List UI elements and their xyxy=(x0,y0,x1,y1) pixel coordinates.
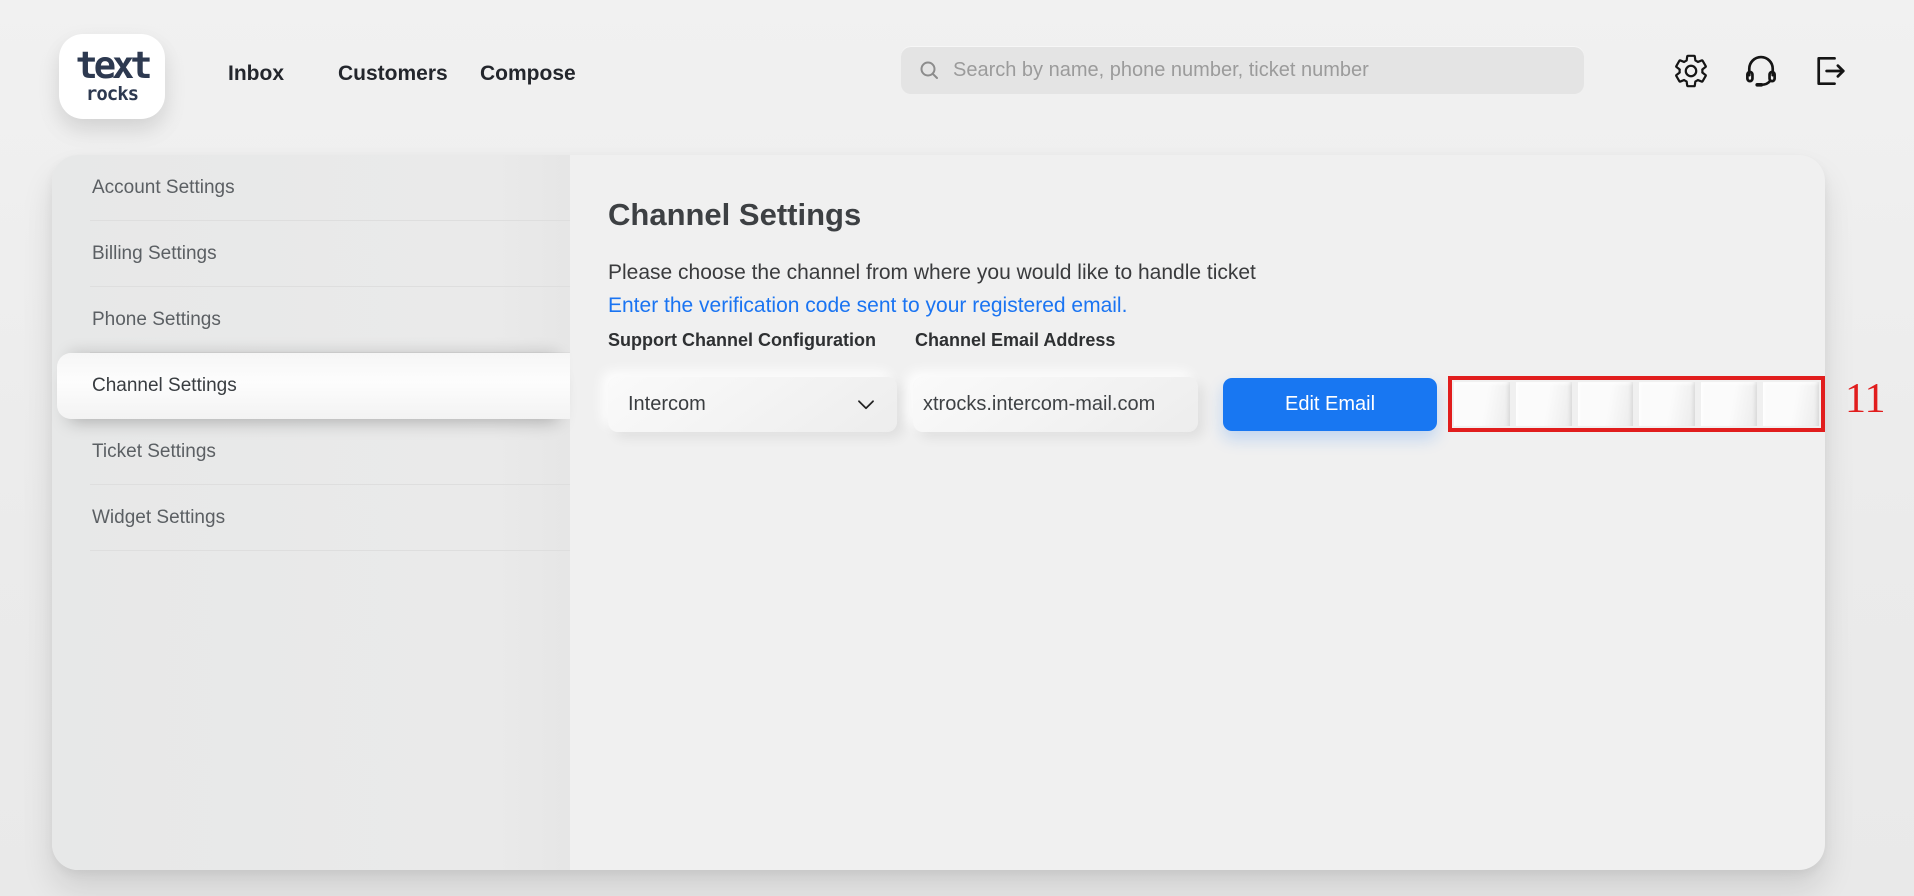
code-input-box-1[interactable] xyxy=(1454,382,1510,426)
logout-button[interactable] xyxy=(1810,52,1848,90)
gear-icon xyxy=(1672,52,1710,90)
support-channel-select[interactable]: Intercom xyxy=(608,377,897,432)
nav-item-inbox[interactable]: Inbox xyxy=(228,62,284,86)
verification-code-group xyxy=(1448,376,1825,432)
sidebar-item-label: Phone Settings xyxy=(92,309,221,331)
channel-email-input[interactable] xyxy=(913,377,1198,432)
sidebar-item-channel-settings[interactable]: Channel Settings xyxy=(57,353,570,419)
channel-email-label: Channel Email Address xyxy=(915,330,1115,351)
global-search-bar xyxy=(901,46,1584,94)
code-input-box-4[interactable] xyxy=(1639,382,1695,426)
sidebar-item-account-settings[interactable]: Account Settings xyxy=(52,155,570,221)
channel-settings-content: Channel Settings Please choose the chann… xyxy=(570,155,1825,870)
support-button[interactable] xyxy=(1742,52,1780,90)
code-input-box-6[interactable] xyxy=(1763,382,1819,426)
app-logo-subtext: rocks xyxy=(86,85,138,104)
nav-item-customers[interactable]: Customers xyxy=(338,62,448,86)
settings-sidebar: Account Settings Billing Settings Phone … xyxy=(52,155,570,870)
sidebar-item-label: Channel Settings xyxy=(92,375,237,397)
sidebar-item-label: Widget Settings xyxy=(92,507,225,529)
app-logo[interactable]: text rocks xyxy=(59,34,165,119)
search-icon xyxy=(917,58,941,82)
page-title: Channel Settings xyxy=(608,197,861,233)
verification-code-link[interactable]: Enter the verification code sent to your… xyxy=(608,294,1127,318)
sidebar-item-ticket-settings[interactable]: Ticket Settings xyxy=(52,419,570,485)
logout-icon xyxy=(1810,52,1848,90)
sidebar-item-label: Account Settings xyxy=(92,177,235,199)
headset-icon xyxy=(1742,52,1780,90)
search-input[interactable] xyxy=(953,59,1568,82)
annotation-label: 11 xyxy=(1845,376,1885,422)
sidebar-item-label: Billing Settings xyxy=(92,243,217,265)
page-subtitle: Please choose the channel from where you… xyxy=(608,261,1256,285)
sidebar-item-widget-settings[interactable]: Widget Settings xyxy=(52,485,570,551)
code-input-box-5[interactable] xyxy=(1701,382,1757,426)
support-channel-label: Support Channel Configuration xyxy=(608,330,876,351)
app-logo-text: text xyxy=(75,49,148,82)
code-input-box-2[interactable] xyxy=(1516,382,1572,426)
settings-button[interactable] xyxy=(1672,52,1710,90)
sidebar-item-phone-settings[interactable]: Phone Settings xyxy=(52,287,570,353)
code-input-box-3[interactable] xyxy=(1578,382,1634,426)
chevron-down-icon xyxy=(853,392,879,418)
nav-item-compose[interactable]: Compose xyxy=(480,62,576,86)
sidebar-item-label: Ticket Settings xyxy=(92,441,216,463)
sidebar-item-billing-settings[interactable]: Billing Settings xyxy=(52,221,570,287)
settings-panel: Account Settings Billing Settings Phone … xyxy=(52,155,1825,870)
selected-channel-value: Intercom xyxy=(628,393,706,416)
edit-email-button[interactable]: Edit Email xyxy=(1223,378,1437,431)
